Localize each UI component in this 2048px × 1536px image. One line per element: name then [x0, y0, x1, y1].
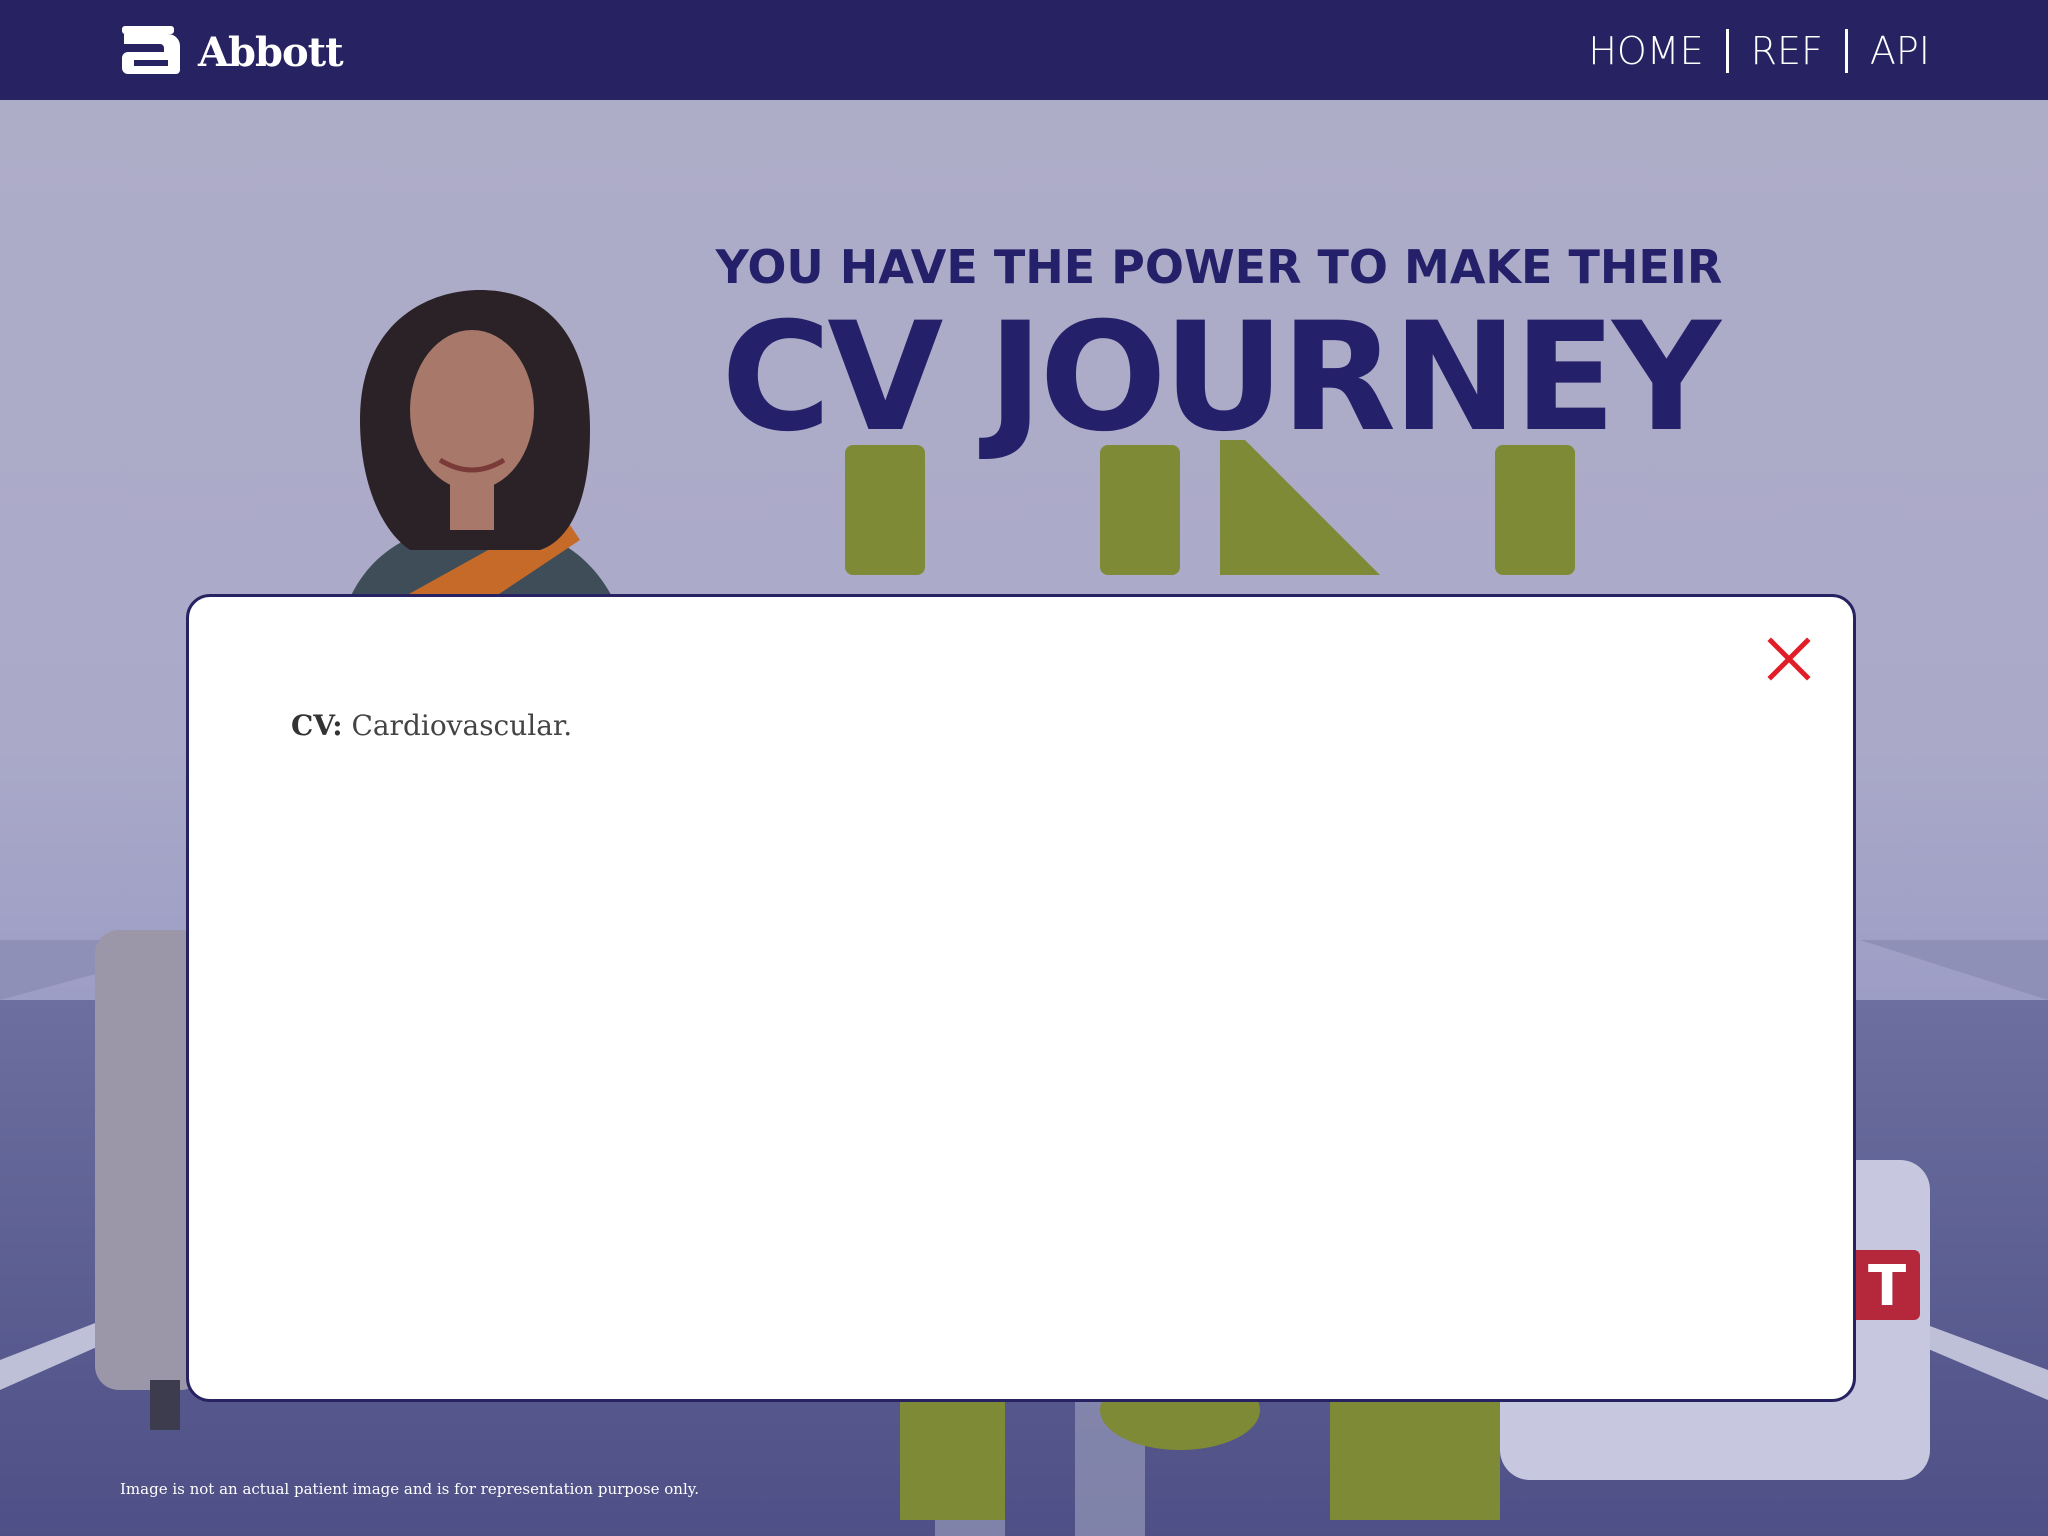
definition-modal: CV: Cardiovascular.	[186, 594, 1856, 1402]
definition-value: Cardiovascular.	[351, 709, 573, 742]
top-navigation-bar: Abbott HOME REF API	[0, 0, 2048, 100]
svg-text:T: T	[1868, 1254, 1906, 1319]
abbott-logo[interactable]: Abbott	[118, 24, 344, 80]
close-icon[interactable]	[1765, 635, 1813, 683]
nav-api-link[interactable]: API	[1848, 26, 1930, 76]
main-nav: HOME REF API	[1566, 26, 1930, 76]
nav-home-link[interactable]: HOME	[1566, 26, 1725, 76]
definition-term: CV:	[291, 709, 343, 742]
disclaimer-text: Image is not an actual patient image and…	[120, 1480, 700, 1498]
abbott-logo-mark-icon	[122, 26, 180, 74]
brand-name: Abbott	[198, 28, 344, 76]
nav-ref-link[interactable]: REF	[1729, 26, 1845, 76]
definition-text: CV: Cardiovascular.	[291, 709, 572, 742]
